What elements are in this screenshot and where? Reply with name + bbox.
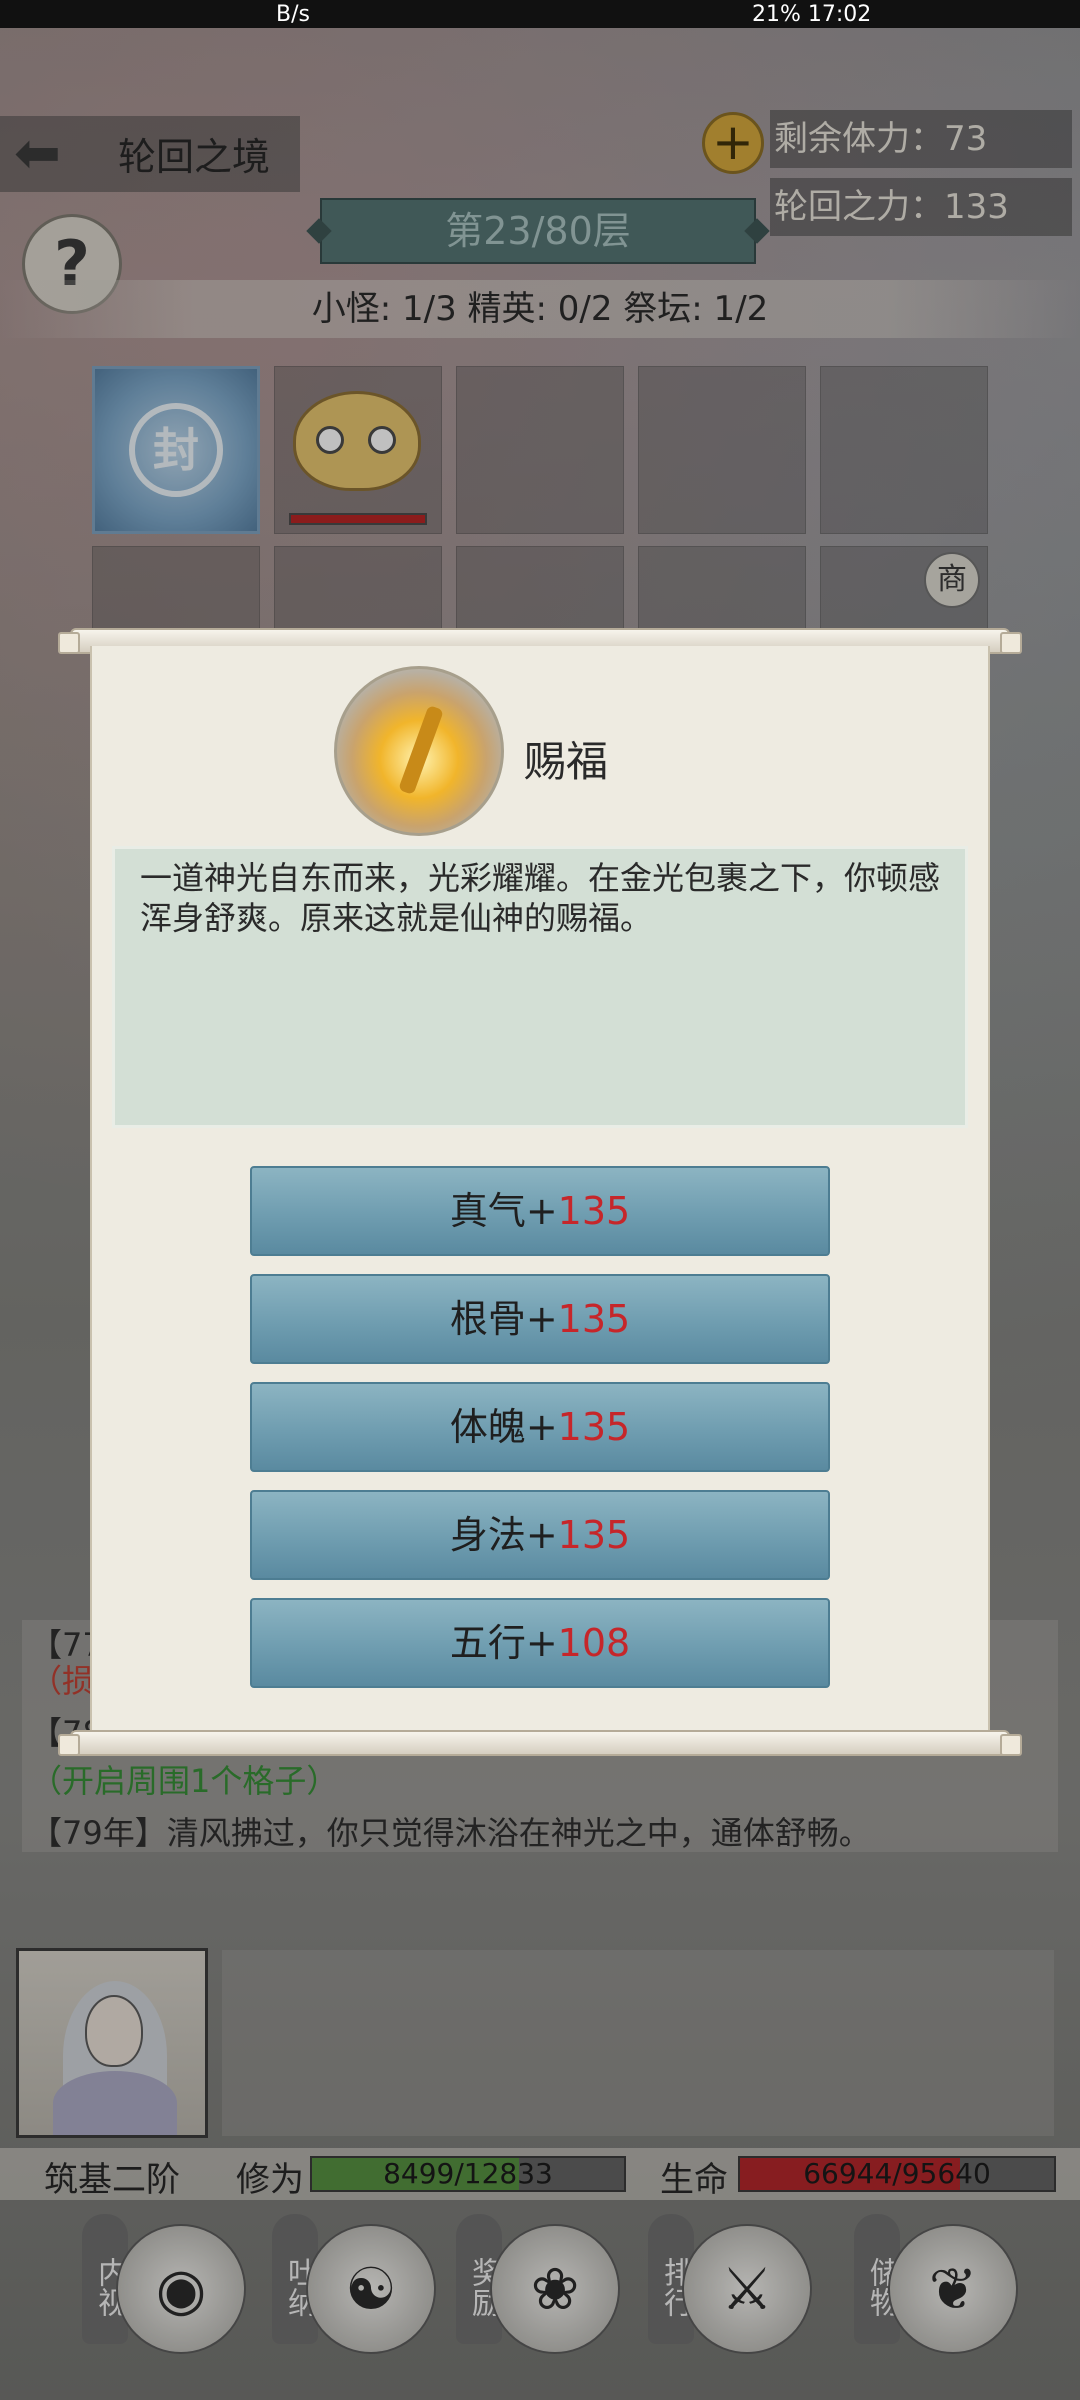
status-bar: B/s 21% 17:02 [0,0,1080,28]
option-button-five-elements[interactable]: 五行+108 [250,1598,830,1688]
description-text: 一道神光自东而来，光彩耀耀。在金光包裹之下，你顿感浑身舒爽。原来这就是仙神的赐福… [140,859,941,937]
status-network-speed: B/s [276,2,310,27]
option-value: 135 [557,1513,631,1557]
option-value: 135 [557,1405,631,1449]
blessing-icon [334,666,504,836]
option-button-qi[interactable]: 真气+135 [250,1166,830,1256]
option-value: 135 [557,1297,631,1341]
dialog-title: 赐福 [524,737,609,786]
option-label: 身法+ [449,1513,558,1557]
option-label: 五行+ [449,1621,558,1665]
option-value: 135 [557,1189,631,1233]
option-button-bone[interactable]: 根骨+135 [250,1274,830,1364]
option-value: 108 [557,1621,631,1665]
scroll-bottom-rod [58,1730,1022,1756]
option-label: 体魄+ [449,1405,558,1449]
status-battery-time: 21% 17:02 [752,2,872,27]
option-button-agility[interactable]: 身法+135 [250,1490,830,1580]
blessing-icon-beam [398,704,444,796]
option-button-physique[interactable]: 体魄+135 [250,1382,830,1472]
option-label: 真气+ [449,1189,558,1233]
option-label: 根骨+ [449,1297,558,1341]
